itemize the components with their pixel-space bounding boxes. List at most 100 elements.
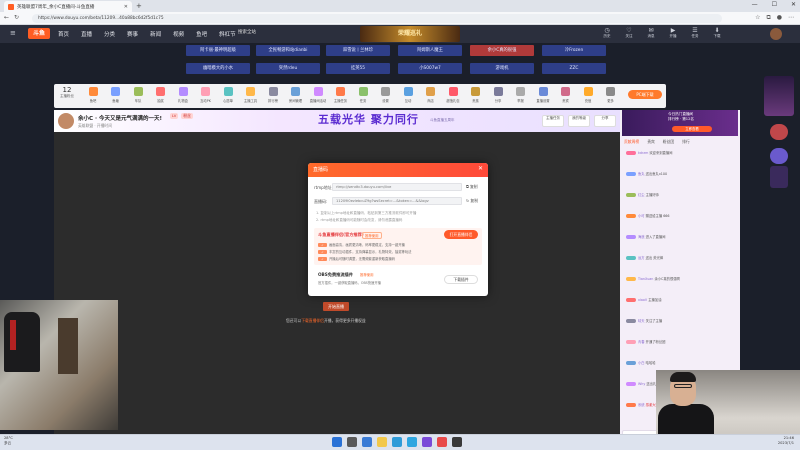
room-tool-item[interactable]: 主播工具 <box>240 87 262 103</box>
message-icon[interactable]: ✉ 消息 <box>644 27 658 39</box>
download-icon[interactable]: ⬇ 下载 <box>710 27 724 39</box>
room-tool-item[interactable]: 任务 <box>352 87 374 103</box>
room-tool-item[interactable]: 超值礼包 <box>442 87 464 103</box>
pc-download-button[interactable]: PC端下载 <box>628 90 662 99</box>
download-plugin-button[interactable]: 下载插件 <box>444 275 478 284</box>
store-icon[interactable] <box>407 437 417 447</box>
maximize-icon[interactable]: ☐ <box>772 1 777 8</box>
profile-icon[interactable]: ● <box>777 14 782 22</box>
site-logo[interactable]: 斗鱼 <box>28 28 50 39</box>
level-button[interactable]: 我的等级 <box>568 115 590 127</box>
rank-view-button[interactable]: 立即查看 <box>672 126 712 132</box>
room-tool-item[interactable]: 鱼塘 <box>105 87 127 103</box>
system-tray[interactable]: 21:46 2023/7/1 <box>778 436 794 446</box>
chat-username[interactable]: 红尘 <box>638 193 645 197</box>
category-button[interactable]: 阿卡丽·最神明超级 <box>186 45 250 56</box>
chat-username[interactable]: xiaoV <box>638 298 647 302</box>
category-button[interactable]: 突然rdeu <box>256 63 320 74</box>
back-icon[interactable]: ← <box>4 14 9 21</box>
nav-link[interactable]: 鱼吧 <box>196 30 207 38</box>
chat-username[interactable]: 鱼丸 <box>638 172 645 176</box>
side-promo-small[interactable] <box>770 166 788 188</box>
chat-username[interactable]: TianXuan <box>638 277 653 281</box>
app-icon[interactable] <box>452 437 462 447</box>
room-tool-item[interactable]: 车队 <box>127 87 149 103</box>
nav-link[interactable]: 斜杠节 <box>219 30 236 38</box>
room-tool-item[interactable]: 心愿单 <box>217 87 239 103</box>
chat-username[interactable]: 晴天 <box>638 319 645 323</box>
category-button[interactable]: 全民畅游和站dianbi <box>256 45 320 56</box>
nav-link[interactable]: 赛事 <box>127 30 138 38</box>
category-button[interactable]: 小S007w7 <box>398 63 462 74</box>
tab-rank[interactable]: 排行 <box>682 139 690 145</box>
room-tool-item[interactable]: 贵宾 <box>555 87 577 103</box>
file-explorer-icon[interactable] <box>377 437 387 447</box>
chat-username[interactable]: 青春 <box>638 340 645 344</box>
share-button[interactable]: 分享 <box>594 115 616 127</box>
new-tab-icon[interactable]: + <box>136 2 142 10</box>
minimize-icon[interactable]: — <box>752 1 758 8</box>
room-tool-item[interactable]: 充值 <box>577 87 599 103</box>
start-icon[interactable] <box>332 437 342 447</box>
close-icon[interactable]: ✕ <box>478 165 483 172</box>
tab-contribution[interactable]: 贡献周榜 <box>624 139 639 145</box>
browser-tab[interactable]: 英雄联盟7周年_余小C直播间-斗鱼直播 ✕ <box>4 1 132 12</box>
nav-link[interactable]: 新闻 <box>150 30 161 38</box>
chat-username[interactable]: 远方 <box>638 256 645 260</box>
room-tool-item[interactable]: 排行榜 <box>262 87 284 103</box>
close-window-icon[interactable]: ✕ <box>791 1 796 8</box>
extensions-icon[interactable]: ⧉ <box>766 14 770 22</box>
nav-link[interactable]: 分类 <box>104 30 115 38</box>
chat-username[interactable]: kdrzm <box>638 151 648 155</box>
live-icon[interactable]: ▶ 开播 <box>666 27 680 39</box>
open-assistant-button[interactable]: 打开直播伴侣 <box>444 230 478 239</box>
nav-link[interactable]: 首页 <box>58 30 69 38</box>
stream-code-field[interactable]: 11209l0ezlebcuZ9g?wsSecret=...&token=...… <box>332 197 462 205</box>
room-tool-item[interactable]: 鱼吧 <box>82 87 104 103</box>
category-button[interactable]: 阿姆斯人魔王 <box>398 45 462 56</box>
task-view-icon[interactable] <box>362 437 372 447</box>
side-promo[interactable] <box>764 76 794 116</box>
category-button[interactable]: 游戏机 <box>470 63 534 74</box>
room-tool-item[interactable]: 商店 <box>420 87 442 103</box>
nav-link[interactable]: 直播 <box>81 30 92 38</box>
reload-icon[interactable]: ↻ <box>14 14 19 21</box>
rtmp-field[interactable]: rtmp://sendtc3.douyu.com/live <box>332 183 462 191</box>
follow-icon[interactable]: ♡ 关注 <box>622 27 636 39</box>
search-link[interactable]: 搜索全站 <box>238 29 256 35</box>
fans-counter[interactable]: 12 主播粉丝 <box>58 86 76 99</box>
copy-rtmp-button[interactable]: ⧉ 复制 <box>466 184 478 190</box>
anniversary-banner[interactable]: 五载光华 聚力同行 <box>318 111 419 127</box>
edge-icon[interactable] <box>392 437 402 447</box>
weather-widget[interactable]: 28°C 多云 <box>4 436 13 446</box>
category-button[interactable]: 冷Frozen <box>542 45 606 56</box>
chat-username[interactable]: 海浪 <box>638 235 645 239</box>
streamer-task-button[interactable]: 主播任务 <box>542 115 564 127</box>
side-activity-icon[interactable] <box>770 124 788 140</box>
obs-icon[interactable] <box>422 437 432 447</box>
category-button[interactable]: 辞雪说丨兰林珍 <box>326 45 390 56</box>
chat-username[interactable]: 小白 <box>638 361 645 365</box>
room-tool-item[interactable]: 举报 <box>510 87 532 103</box>
room-tool-item[interactable]: 礼物盒 <box>172 87 194 103</box>
chat-username[interactable]: 小可 <box>638 214 645 218</box>
room-tool-item[interactable]: 设置 <box>375 87 397 103</box>
room-tool-item[interactable]: 主播任务 <box>330 87 352 103</box>
chrome-icon[interactable] <box>437 437 447 447</box>
search-icon[interactable] <box>347 437 357 447</box>
close-tab-icon[interactable]: ✕ <box>124 4 128 10</box>
tab-vip[interactable]: 贵宾 <box>647 139 655 145</box>
room-tool-item[interactable]: 抽奖 <box>150 87 172 103</box>
category-button[interactable]: ZZC <box>542 63 606 74</box>
download-assistant-link[interactable]: 下载直播伴侣 <box>301 318 324 323</box>
room-tool-item[interactable]: 互动PK <box>195 87 217 103</box>
task-icon[interactable]: ☰ 任务 <box>688 27 702 39</box>
side-activity-icon[interactable] <box>770 148 788 164</box>
chat-username[interactable]: Why <box>638 382 645 386</box>
menu-dots-icon[interactable]: ⋯ <box>788 14 794 22</box>
category-button[interactable]: 幽暗模大的小水 <box>186 63 250 74</box>
star-icon[interactable]: ☆ <box>755 14 760 22</box>
header-event-banner[interactable]: 荣耀巡礼 <box>360 26 460 42</box>
start-live-button[interactable]: 开始直播 <box>323 302 349 311</box>
user-avatar[interactable] <box>770 28 782 40</box>
